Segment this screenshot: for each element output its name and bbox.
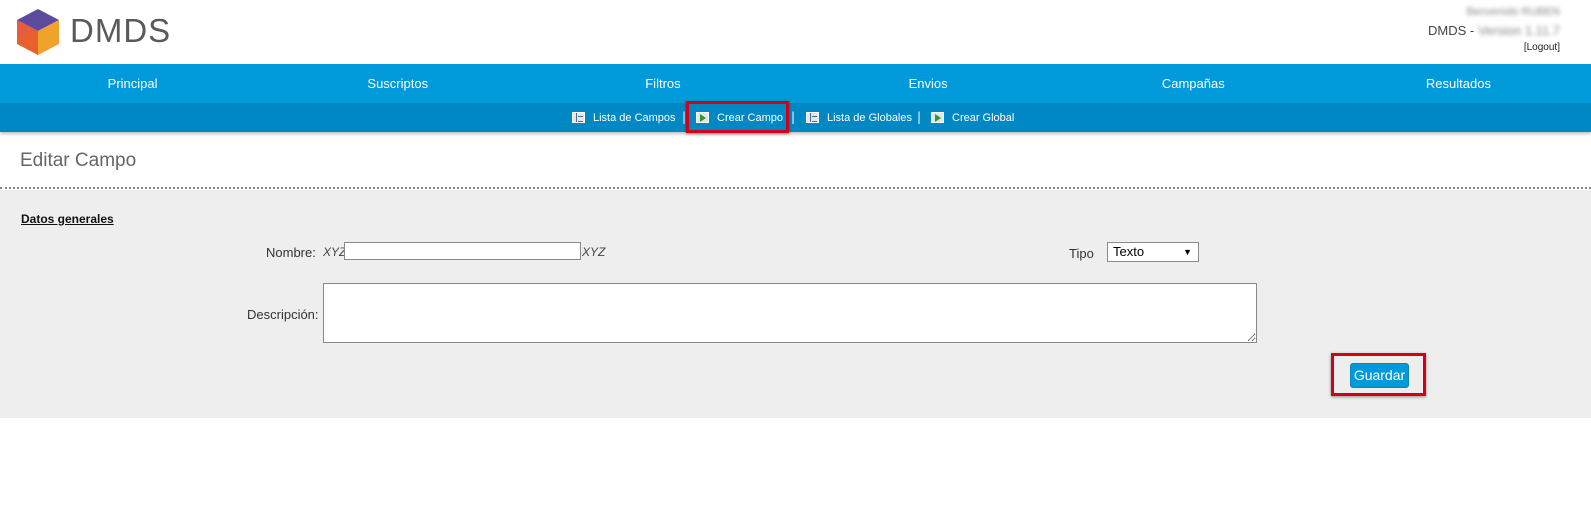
subnav-crear-campo[interactable]: Crear Campo xyxy=(696,103,783,132)
tipo-label: Tipo xyxy=(1069,246,1094,261)
nav-item-filtros[interactable]: Filtros xyxy=(530,64,795,103)
divider xyxy=(0,187,1591,189)
page-title: Editar Campo xyxy=(20,150,137,171)
version-line: DMDS - Version 1.11.7 xyxy=(1428,23,1560,38)
nombre-input[interactable] xyxy=(344,242,581,260)
dropdown-arrow-icon: ▼ xyxy=(1183,247,1192,257)
nav-item-principal[interactable]: Principal xyxy=(0,64,265,103)
nombre-suffix: XYZ xyxy=(582,245,606,259)
tipo-select[interactable]: Texto ▼ xyxy=(1107,242,1199,262)
list-icon xyxy=(572,112,585,123)
form-panel: Datos generales Nombre: XYZ XYZ Tipo Tex… xyxy=(0,190,1591,418)
list-icon xyxy=(806,112,819,123)
create-icon xyxy=(931,112,944,123)
subnav-label: Crear Global xyxy=(952,111,1015,124)
version-value: Version 1.11.7 xyxy=(1477,23,1560,38)
save-button[interactable]: Guardar xyxy=(1350,363,1409,388)
subnav-lista-de-campos[interactable]: Lista de Campos xyxy=(572,103,676,132)
logo-text: DMDS xyxy=(70,12,172,49)
create-icon xyxy=(696,112,709,123)
nav-item-envios[interactable]: Envios xyxy=(796,64,1061,103)
nav-item-campanas[interactable]: Campañas xyxy=(1061,64,1326,103)
subnav-separator: | xyxy=(791,110,796,124)
user-info: Benvenido RUBEN DMDS - Version 1.11.7 [L… xyxy=(1428,6,1560,53)
descripcion-textarea[interactable] xyxy=(323,283,1257,343)
main-nav: Principal Suscriptos Filtros Envios Camp… xyxy=(0,64,1591,103)
header: DMDS Benvenido RUBEN DMDS - Version 1.11… xyxy=(0,0,1591,64)
section-title: Datos generales xyxy=(21,212,114,226)
subnav-lista-de-globales[interactable]: Lista de Globales xyxy=(806,103,912,132)
nombre-label: Nombre: xyxy=(266,245,316,260)
subnav-label: Lista de Campos xyxy=(593,111,676,124)
sub-nav: Lista de Campos | Crear Campo | Lista de… xyxy=(0,103,1591,132)
logo-cube-icon xyxy=(17,9,59,55)
tipo-selected-value: Texto xyxy=(1113,244,1145,259)
subnav-separator: | xyxy=(682,110,687,124)
logout-link[interactable]: [Logout] xyxy=(1428,42,1560,53)
nav-item-resultados[interactable]: Resultados xyxy=(1326,64,1591,103)
nav-item-suscriptos[interactable]: Suscriptos xyxy=(265,64,530,103)
descripcion-label: Descripción: xyxy=(247,307,319,322)
version-prefix: DMDS - xyxy=(1428,23,1478,38)
subnav-label: Lista de Globales xyxy=(827,111,912,124)
user-name: Benvenido RUBEN xyxy=(1466,6,1560,18)
subnav-label: Crear Campo xyxy=(717,111,784,124)
subnav-crear-global[interactable]: Crear Global xyxy=(931,103,1014,132)
nombre-prefix: XYZ xyxy=(323,245,347,259)
subnav-separator: | xyxy=(917,110,922,124)
